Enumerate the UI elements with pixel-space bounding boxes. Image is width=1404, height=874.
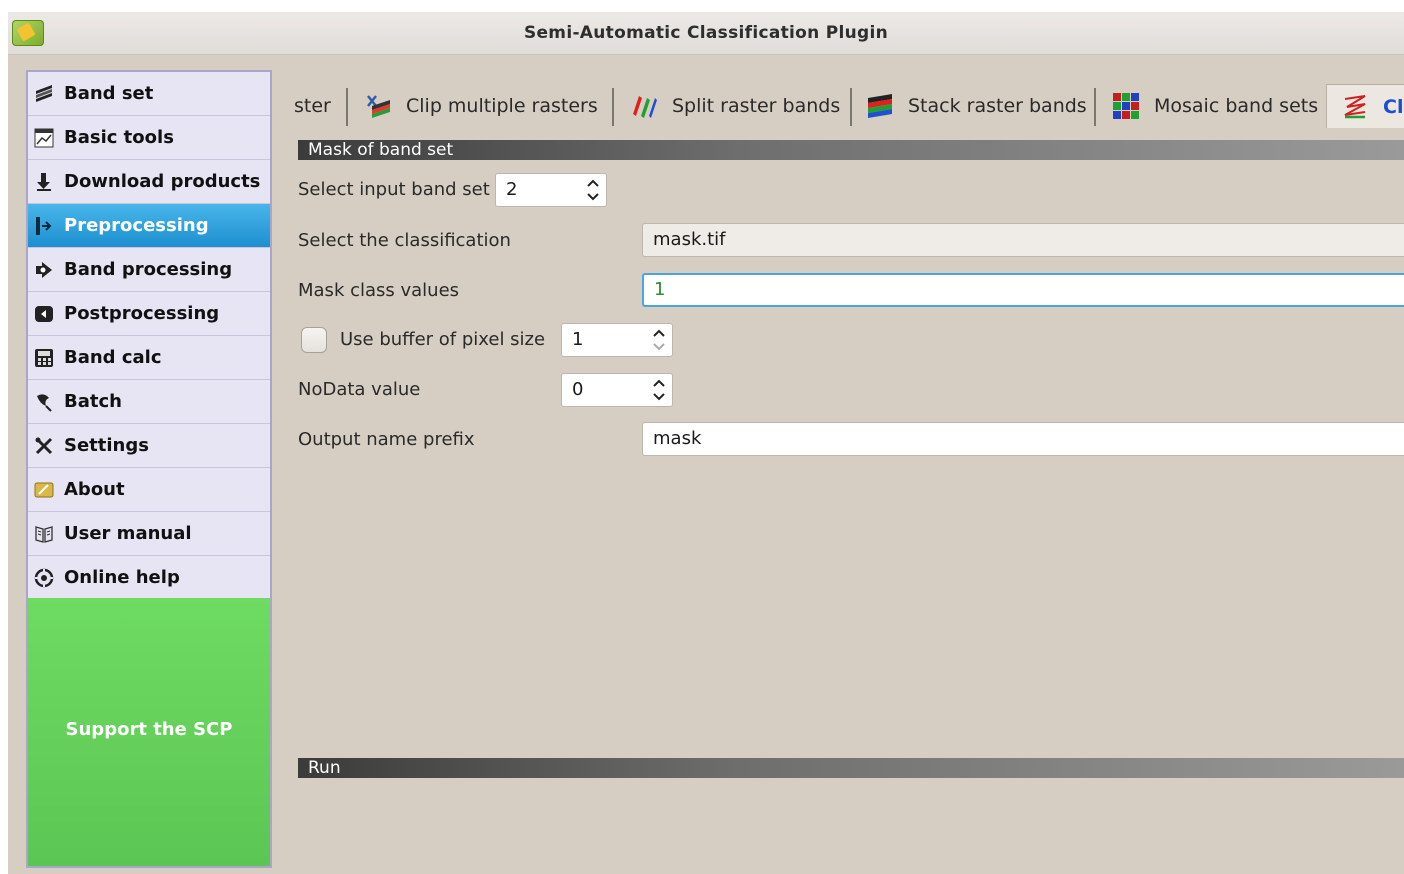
sidebar-item-postprocessing[interactable]: Postprocessing bbox=[28, 292, 270, 336]
sidebar-item-label: Batch bbox=[64, 391, 122, 412]
sidebar-item-label: Preprocessing bbox=[64, 215, 209, 236]
stack-icon bbox=[866, 92, 894, 120]
calculator-icon bbox=[34, 348, 54, 368]
tab-label: Clo bbox=[1383, 95, 1404, 118]
sidebar-item-download-products[interactable]: Download products bbox=[28, 160, 270, 204]
mosaic-icon bbox=[1112, 92, 1140, 120]
sidebar-item-basic-tools[interactable]: Basic tools bbox=[28, 116, 270, 160]
split-icon bbox=[630, 92, 658, 120]
sidebar-item-label: Band calc bbox=[64, 347, 162, 368]
basic-tools-icon bbox=[34, 128, 54, 148]
buffer-size-spinbox[interactable]: 1 bbox=[561, 323, 673, 357]
tab-split-raster-bands[interactable]: Split raster bands bbox=[630, 84, 840, 128]
settings-icon bbox=[34, 436, 54, 456]
help-icon bbox=[34, 568, 54, 588]
cloud-mask-icon bbox=[1341, 93, 1369, 121]
band-set-icon bbox=[34, 84, 54, 104]
sidebar-item-label: Postprocessing bbox=[64, 303, 220, 324]
tab-label: ster bbox=[294, 95, 331, 117]
sidebar-item-label: Basic tools bbox=[64, 127, 174, 148]
download-icon bbox=[34, 172, 54, 192]
sidebar-item-settings[interactable]: Settings bbox=[28, 424, 270, 468]
input-band-set-value: 2 bbox=[506, 179, 518, 200]
mask-class-values-input[interactable]: 1 bbox=[642, 273, 1404, 307]
sidebar-item-label: Band processing bbox=[64, 259, 233, 280]
band-processing-icon bbox=[34, 260, 54, 280]
preprocessing-icon bbox=[34, 216, 54, 236]
about-icon bbox=[34, 480, 54, 500]
sidebar-item-batch[interactable]: Batch bbox=[28, 380, 270, 424]
output-prefix-label: Output name prefix bbox=[298, 429, 475, 450]
tab-separator bbox=[612, 88, 614, 126]
mask-class-values-value: 1 bbox=[654, 279, 666, 300]
use-buffer-label: Use buffer of pixel size bbox=[340, 329, 546, 350]
input-band-set-spinbox[interactable]: 2 bbox=[495, 173, 607, 207]
support-label: Support the SCP bbox=[65, 719, 233, 740]
postprocessing-icon bbox=[34, 304, 54, 324]
sidebar-item-online-help[interactable]: Online help bbox=[28, 556, 270, 600]
use-buffer-checkbox[interactable] bbox=[301, 327, 327, 353]
nodata-label: NoData value bbox=[298, 379, 421, 400]
mask-section-header: Mask of band set bbox=[298, 140, 1404, 160]
clip-icon bbox=[364, 92, 392, 120]
support-scp-button[interactable]: Support the SCP bbox=[28, 598, 270, 866]
tab-label: Stack raster bands bbox=[908, 95, 1087, 117]
tab-partial-raster[interactable]: ster bbox=[294, 84, 331, 128]
tool-tabs: ster Clip multiple rasters Split raster … bbox=[286, 80, 1404, 132]
spin-arrows-icon[interactable] bbox=[650, 325, 668, 355]
sidebar-item-preprocessing[interactable]: Preprocessing bbox=[28, 204, 270, 248]
spin-arrows-icon[interactable] bbox=[584, 175, 602, 205]
sidebar-item-label: About bbox=[64, 479, 125, 500]
tab-label: Mosaic band sets bbox=[1154, 95, 1319, 117]
sidebar-item-about[interactable]: About bbox=[28, 468, 270, 512]
tab-separator bbox=[1094, 88, 1096, 126]
buffer-size-value: 1 bbox=[572, 329, 584, 350]
sidebar-item-label: Band set bbox=[64, 83, 154, 104]
run-section-header: Run bbox=[298, 758, 1404, 778]
title-bar: Semi-Automatic Classification Plugin bbox=[8, 12, 1404, 55]
tab-clip-multiple-rasters[interactable]: Clip multiple rasters bbox=[364, 84, 598, 128]
classification-combobox[interactable]: mask.tif bbox=[642, 223, 1404, 257]
nodata-value: 0 bbox=[572, 379, 584, 400]
window-title: Semi-Automatic Classification Plugin bbox=[523, 23, 889, 43]
nodata-spinbox[interactable]: 0 bbox=[561, 373, 673, 407]
tab-separator bbox=[346, 88, 348, 126]
book-icon bbox=[34, 524, 54, 544]
tab-stack-raster-bands[interactable]: Stack raster bands bbox=[866, 84, 1087, 128]
tab-cloud-masking[interactable]: Clo bbox=[1326, 84, 1404, 128]
tab-label: Clip multiple rasters bbox=[406, 95, 598, 117]
mask-class-values-label: Mask class values bbox=[298, 280, 460, 301]
sidebar-item-label: Download products bbox=[64, 171, 261, 192]
sidebar-item-band-calc[interactable]: Band calc bbox=[28, 336, 270, 380]
input-band-set-label: Select input band set bbox=[298, 179, 490, 200]
sidebar-item-label: User manual bbox=[64, 523, 192, 544]
tab-label: Split raster bands bbox=[672, 95, 841, 117]
sidebar-item-user-manual[interactable]: User manual bbox=[28, 512, 270, 556]
output-prefix-value: mask bbox=[653, 428, 702, 449]
sidebar-item-label: Online help bbox=[64, 567, 180, 588]
output-prefix-input[interactable]: mask bbox=[642, 422, 1404, 456]
sidebar-item-band-processing[interactable]: Band processing bbox=[28, 248, 270, 292]
sidebar-item-band-set[interactable]: Band set bbox=[28, 72, 270, 116]
classification-value: mask.tif bbox=[653, 229, 726, 250]
classification-label: Select the classification bbox=[298, 230, 511, 251]
spin-arrows-icon[interactable] bbox=[650, 375, 668, 405]
sidebar-menu: Band set Basic tools Download products P… bbox=[26, 70, 272, 868]
app-window: Semi-Automatic Classification Plugin Ban… bbox=[8, 12, 1404, 874]
batch-icon bbox=[34, 392, 54, 412]
tab-mosaic-band-sets[interactable]: Mosaic band sets bbox=[1112, 84, 1318, 128]
sidebar-item-label: Settings bbox=[64, 435, 149, 456]
tab-separator bbox=[850, 88, 852, 126]
